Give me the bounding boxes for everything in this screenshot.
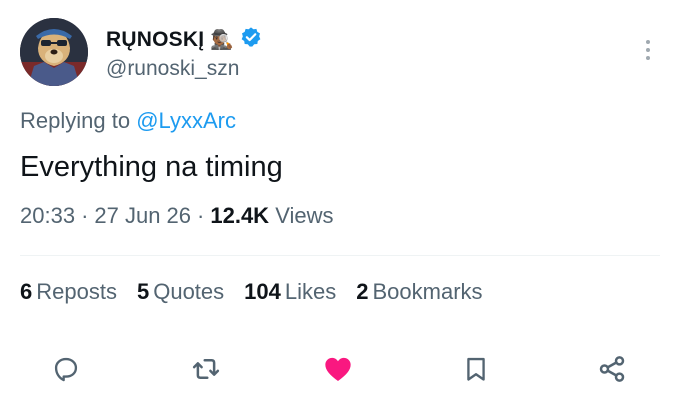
stat-reposts[interactable]: 6 Reposts (20, 279, 117, 305)
share-icon (599, 356, 625, 382)
display-name[interactable]: RŲNOSKĮ (106, 28, 204, 52)
like-button[interactable] (318, 349, 358, 389)
author-handle[interactable]: @runoski_szn (106, 57, 239, 81)
replying-prefix: Replying to (20, 108, 131, 133)
tweet-date[interactable]: 27 Jun 26 (94, 203, 191, 229)
tweet-meta: 20:33 · 27 Jun 26 · 12.4K Views (20, 203, 334, 229)
repost-button[interactable] (186, 349, 226, 389)
avatar[interactable] (20, 18, 88, 86)
heart-icon (325, 357, 351, 381)
stat-count: 2 (356, 279, 369, 304)
share-button[interactable] (592, 349, 632, 389)
bookmark-button[interactable] (456, 349, 496, 389)
stat-likes[interactable]: 104 Likes (244, 279, 336, 305)
stat-count: 6 (20, 279, 33, 304)
reply-mention-link[interactable]: @LyxxArc (136, 108, 236, 133)
divider (20, 255, 660, 256)
separator-dot: · (197, 203, 205, 228)
reply-icon (54, 357, 78, 382)
stat-label: Bookmarks (372, 279, 483, 304)
stat-label: Likes (284, 279, 337, 304)
more-options-icon[interactable] (638, 38, 658, 62)
engagement-stats: 6 Reposts 5 Quotes 104 Likes 2 Bookmarks (20, 279, 483, 305)
views-count: 12.4K (210, 203, 270, 228)
stat-label: Reposts (36, 279, 117, 304)
detective-emoji: 🕵🏾‍♂️ (210, 29, 234, 51)
stat-bookmarks[interactable]: 2 Bookmarks (356, 279, 482, 305)
bookmark-icon (467, 357, 485, 381)
author-name-row[interactable]: RŲNOSKĮ 🕵🏾‍♂️ (106, 26, 262, 53)
stat-count: 104 (244, 279, 281, 304)
tweet-time[interactable]: 20:33 (20, 203, 75, 229)
reply-button[interactable] (46, 349, 86, 389)
replying-to: Replying to @LyxxArc (20, 108, 236, 134)
stat-count: 5 (136, 279, 150, 304)
action-bar (0, 349, 680, 389)
verified-badge-icon (240, 26, 262, 53)
tweet-text: Everything na timing (20, 151, 283, 183)
stat-quotes[interactable]: 5 Quotes (137, 279, 224, 305)
repost-icon (192, 359, 220, 379)
separator-dot: · (81, 203, 89, 228)
views[interactable]: 12.4K Views (210, 203, 333, 229)
views-label: Views (275, 203, 334, 228)
stat-label: Quotes (153, 279, 225, 304)
